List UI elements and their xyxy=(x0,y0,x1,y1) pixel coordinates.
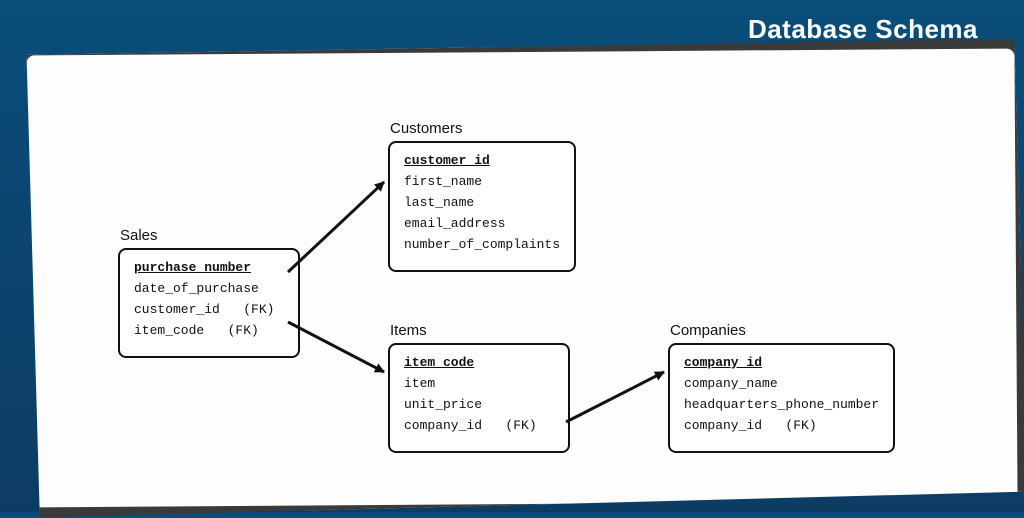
field: customer_id (FK) xyxy=(134,302,284,317)
field: email_address xyxy=(404,216,560,231)
field: item xyxy=(404,376,554,391)
entity-title: Sales xyxy=(120,227,300,244)
entity-items: Items item code item unit_price company_… xyxy=(388,322,570,453)
entity-title: Items xyxy=(390,322,570,339)
primary-key: company_id xyxy=(684,355,879,370)
entity-customers: Customers customer_id first_name last_na… xyxy=(388,120,576,272)
field: number_of_complaints xyxy=(404,237,560,252)
diagram-card: Sales purchase number date_of_purchase c… xyxy=(16,38,1024,517)
field: company_id (FK) xyxy=(684,418,879,433)
field: company_name xyxy=(684,376,879,391)
entity-title: Customers xyxy=(390,120,576,137)
field: first_name xyxy=(404,174,560,189)
field: last_name xyxy=(404,195,560,210)
entity-title: Companies xyxy=(670,322,895,339)
primary-key: purchase number xyxy=(134,260,284,275)
relation-arrow xyxy=(288,182,384,272)
relation-arrow xyxy=(288,322,384,372)
entity-sales: Sales purchase number date_of_purchase c… xyxy=(118,227,300,358)
entity-companies: Companies company_id company_name headqu… xyxy=(668,322,895,453)
entity-box: purchase number date_of_purchase custome… xyxy=(118,248,300,358)
field: item_code (FK) xyxy=(134,323,284,338)
primary-key: customer_id xyxy=(404,153,560,168)
field: company_id (FK) xyxy=(404,418,554,433)
entity-box: company_id company_name headquarters_pho… xyxy=(668,343,895,453)
field: unit_price xyxy=(404,397,554,412)
field: date_of_purchase xyxy=(134,281,284,296)
relation-arrow xyxy=(566,372,664,422)
entity-box: item code item unit_price company_id (FK… xyxy=(388,343,570,453)
field: headquarters_phone_number xyxy=(684,397,879,412)
entity-box: customer_id first_name last_name email_a… xyxy=(388,141,576,272)
primary-key: item code xyxy=(404,355,554,370)
